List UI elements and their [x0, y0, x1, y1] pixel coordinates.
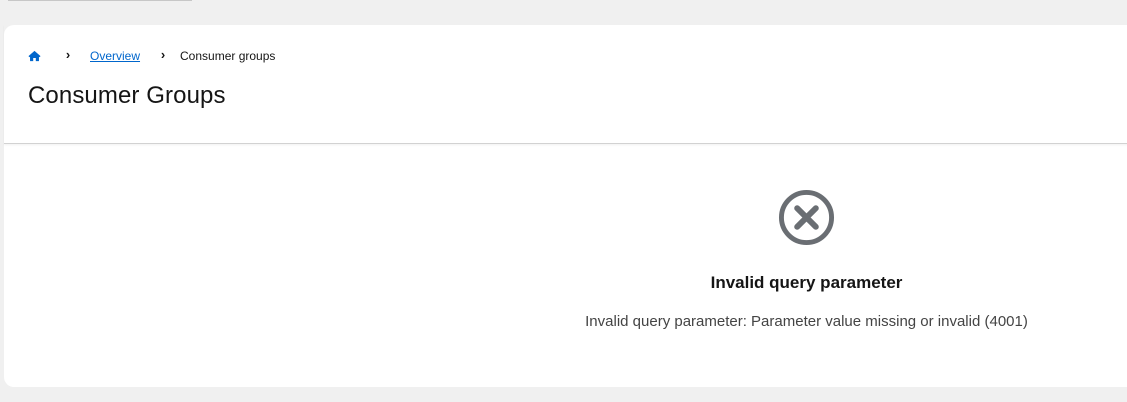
page-header: › Overview › Consumer groups Consumer Gr… — [4, 25, 1127, 144]
home-icon[interactable] — [28, 50, 41, 62]
page-title: Consumer Groups — [28, 82, 226, 109]
chevron-right-icon: › — [160, 47, 166, 62]
empty-state-title: Invalid query parameter — [710, 273, 903, 292]
main-card: › Overview › Consumer groups Consumer Gr… — [4, 25, 1127, 387]
breadcrumb-current: Consumer groups — [180, 49, 276, 63]
breadcrumb-overview-link[interactable]: Overview — [90, 48, 140, 64]
breadcrumb: › Overview › Consumer groups — [28, 47, 276, 64]
previous-tab-edge — [8, 0, 192, 1]
empty-state: Invalid query parameter Invalid query pa… — [569, 189, 1044, 330]
times-circle-icon — [778, 189, 835, 246]
chevron-right-icon: › — [65, 47, 71, 62]
empty-state-body: Invalid query parameter: Parameter value… — [585, 313, 1028, 330]
